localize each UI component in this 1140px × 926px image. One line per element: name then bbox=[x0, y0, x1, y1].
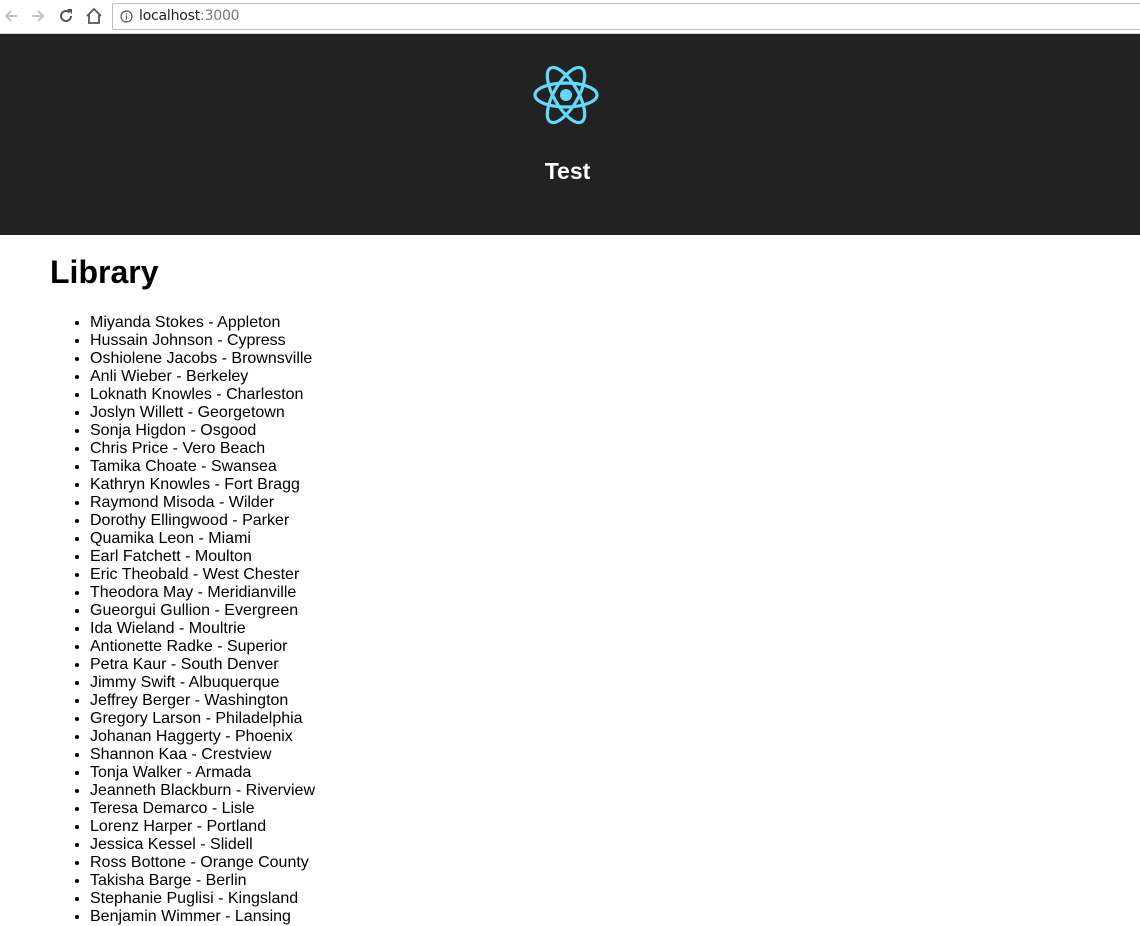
page-title: Library bbox=[50, 254, 159, 290]
list-item: Jimmy Swift - Albuquerque bbox=[90, 674, 315, 692]
list-item: Raymond Misoda - Wilder bbox=[90, 494, 315, 512]
address-bar[interactable]: localhost:3000 bbox=[112, 3, 1140, 30]
home-icon bbox=[86, 7, 102, 24]
list-item: Loknath Knowles - Charleston bbox=[90, 386, 315, 404]
list-item: Sonja Higdon - Osgood bbox=[90, 422, 315, 440]
list-item: Takisha Barge - Berlin bbox=[90, 872, 315, 890]
list-item: Antionette Radke - Superior bbox=[90, 638, 315, 656]
list-item: Gueorgui Gullion - Evergreen bbox=[90, 602, 315, 620]
list-item: Earl Fatchett - Moulton bbox=[90, 548, 315, 566]
list-item: Tamika Choate - Swansea bbox=[90, 458, 315, 476]
list-item: Dorothy Ellingwood - Parker bbox=[90, 512, 315, 530]
info-icon[interactable] bbox=[120, 10, 133, 23]
url-text[interactable]: localhost:3000 bbox=[139, 8, 240, 24]
home-button[interactable] bbox=[83, 5, 105, 27]
list-item: Quamika Leon - Miami bbox=[90, 530, 315, 548]
list-item: Jessica Kessel - Slidell bbox=[90, 836, 315, 854]
url-port: :3000 bbox=[200, 8, 240, 24]
list-item: Gregory Larson - Philadelphia bbox=[90, 710, 315, 728]
list-item: Miyanda Stokes - Appleton bbox=[90, 314, 315, 332]
list-item: Jeffrey Berger - Washington bbox=[90, 692, 315, 710]
react-logo-icon bbox=[533, 65, 599, 125]
list-item: Hussain Johnson - Cypress bbox=[90, 332, 315, 350]
list-item: Chris Price - Vero Beach bbox=[90, 440, 315, 458]
browser-toolbar: localhost:3000 bbox=[0, 0, 1140, 34]
list-item: Anli Wieber - Berkeley bbox=[90, 368, 315, 386]
back-button[interactable] bbox=[0, 5, 22, 27]
app-header: Test bbox=[0, 34, 1140, 235]
list-item: Johanan Haggerty - Phoenix bbox=[90, 728, 315, 746]
library-list: Miyanda Stokes - AppletonHussain Johnson… bbox=[50, 314, 315, 926]
list-item: Eric Theobald - West Chester bbox=[90, 566, 315, 584]
list-item: Teresa Demarco - Lisle bbox=[90, 800, 315, 818]
forward-arrow-icon bbox=[32, 10, 45, 22]
list-item: Benjamin Wimmer - Lansing bbox=[90, 908, 315, 926]
app-title: Test bbox=[544, 158, 591, 184]
list-item: Lorenz Harper - Portland bbox=[90, 818, 315, 836]
list-item: Stephanie Puglisi - Kingsland bbox=[90, 890, 315, 908]
list-item: Theodora May - Meridianville bbox=[90, 584, 315, 602]
list-item: Joslyn Willett - Georgetown bbox=[90, 404, 315, 422]
list-item: Petra Kaur - South Denver bbox=[90, 656, 315, 674]
url-host: localhost bbox=[139, 8, 201, 24]
list-item: Jeanneth Blackburn - Riverview bbox=[90, 782, 315, 800]
forward-button[interactable] bbox=[27, 5, 49, 27]
list-item: Ross Bottone - Orange County bbox=[90, 854, 315, 872]
list-item: Oshiolene Jacobs - Brownsville bbox=[90, 350, 315, 368]
list-item: Shannon Kaa - Crestview bbox=[90, 746, 315, 764]
list-item: Tonja Walker - Armada bbox=[90, 764, 315, 782]
list-item: Kathryn Knowles - Fort Bragg bbox=[90, 476, 315, 494]
reload-icon bbox=[60, 9, 72, 22]
back-arrow-icon bbox=[4, 10, 17, 22]
list-item: Ida Wieland - Moultrie bbox=[90, 620, 315, 638]
reload-button[interactable] bbox=[55, 5, 77, 27]
